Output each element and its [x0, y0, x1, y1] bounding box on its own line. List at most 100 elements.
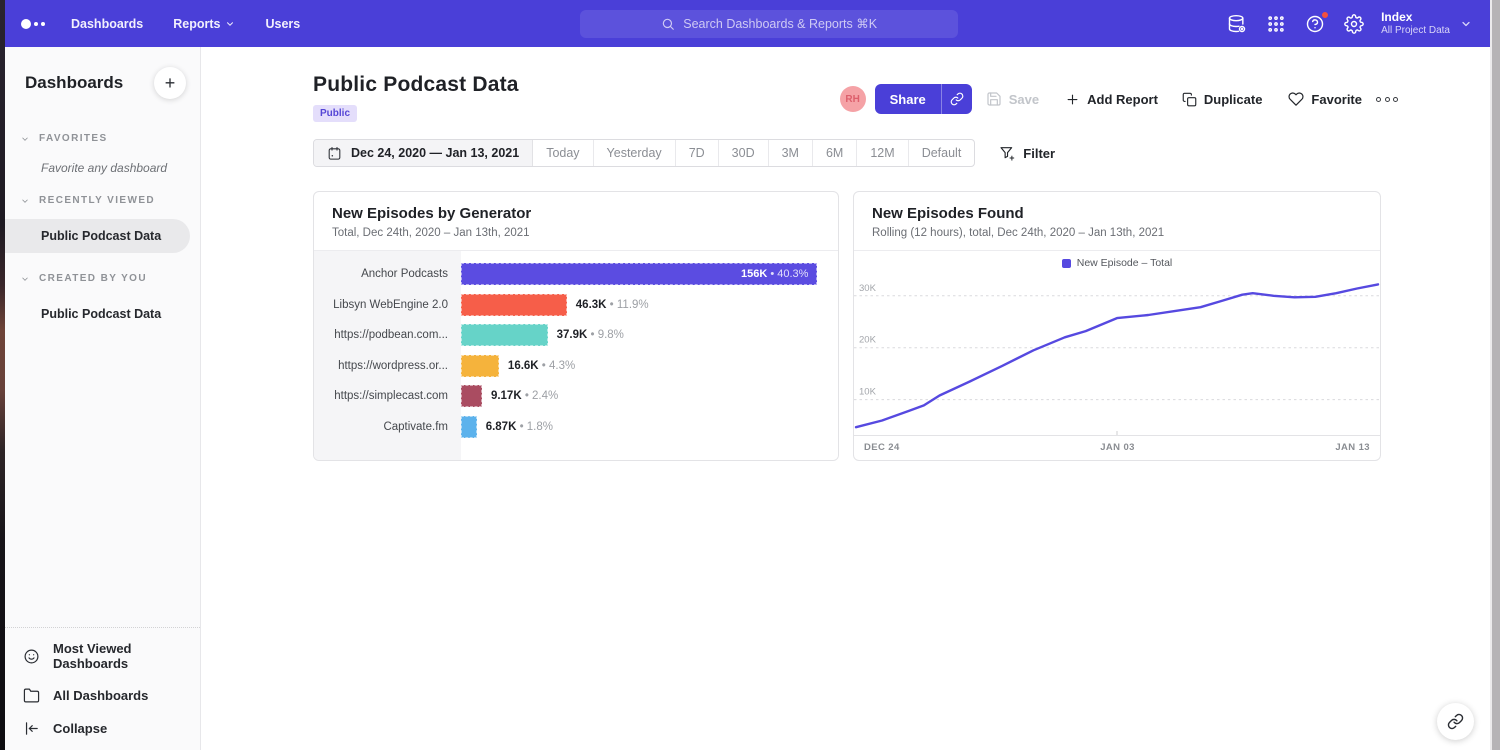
new-dashboard-button[interactable]: + [154, 67, 186, 99]
main-content: Public Podcast Data Public RH Share Save [201, 47, 1490, 750]
bar-value-label: 37.9K • 9.8% [557, 329, 624, 341]
search-input[interactable]: Search Dashboards & Reports ⌘K [580, 10, 958, 38]
card-subtitle: Rolling (12 hours), total, Dec 24th, 202… [872, 227, 1362, 239]
preset-30d[interactable]: 30D [719, 140, 769, 166]
favorite-button[interactable]: Favorite [1288, 91, 1362, 107]
bar-segment[interactable]: 156K • 40.3% [461, 263, 817, 285]
page-title: Public Podcast Data [313, 73, 519, 97]
preset-default[interactable]: Default [909, 140, 975, 166]
favorites-hint: Favorite any dashboard [5, 152, 200, 187]
save-button[interactable]: Save [986, 91, 1039, 107]
preset-3m[interactable]: 3M [769, 140, 813, 166]
preset-today[interactable]: Today [533, 140, 593, 166]
nav-users[interactable]: Users [265, 17, 300, 31]
x-axis: DEC 24 JAN 03 JAN 13 [854, 435, 1380, 453]
card-title: New Episodes Found [872, 205, 1362, 222]
y-axis-label: 10K [859, 387, 877, 398]
bar-value-label: 6.87K • 1.8% [486, 421, 553, 433]
share-link-button[interactable] [941, 84, 972, 114]
chevron-down-icon [20, 274, 30, 284]
chevron-down-icon [1460, 18, 1472, 30]
plus-icon [1065, 92, 1080, 107]
most-viewed-dashboards-button[interactable]: Most Viewed Dashboards [5, 633, 200, 679]
bar-segment[interactable] [461, 324, 548, 346]
avatar[interactable]: RH [840, 86, 866, 112]
filter-button[interactable]: + Filter [999, 145, 1055, 161]
y-axis-label: 30K [859, 283, 877, 294]
overflow-menu-button[interactable] [1376, 97, 1398, 102]
legend-swatch [1062, 259, 1071, 268]
app-window: Dashboards Reports Users Search Dashboar… [5, 0, 1490, 750]
bar-segment[interactable] [461, 416, 477, 438]
bar-segment[interactable] [461, 355, 499, 377]
topbar: Dashboards Reports Users Search Dashboar… [5, 0, 1490, 47]
sidebar-item-public-podcast-data-2[interactable]: Public Podcast Data [5, 297, 200, 331]
nav-dashboards[interactable]: Dashboards [71, 17, 143, 31]
preset-6m[interactable]: 6M [813, 140, 857, 166]
bar-row: https://podbean.com...37.9K • 9.8% [314, 320, 838, 351]
line-chart-svg[interactable]: 10K 20K 30K [854, 275, 1380, 435]
section-created-by-you[interactable]: CREATED BY YOU [5, 265, 200, 292]
sidebar-item-public-podcast-data[interactable]: Public Podcast Data [5, 219, 190, 253]
report-card-new-episodes-by-generator: New Episodes by Generator Total, Dec 24t… [313, 191, 839, 461]
bar-value-label: 46.3K • 11.9% [576, 299, 649, 311]
date-range-button[interactable]: Dec 24, 2020 — Jan 13, 2021 [314, 140, 533, 166]
search-placeholder: Search Dashboards & Reports ⌘K [683, 16, 877, 31]
page-scrollbar[interactable] [1490, 0, 1500, 750]
x-tick: DEC 24 [864, 442, 900, 453]
public-badge: Public [313, 105, 357, 122]
section-favorites[interactable]: FAVORITES [5, 125, 200, 152]
date-range-bar: Dec 24, 2020 — Jan 13, 2021 TodayYesterd… [313, 139, 975, 167]
duplicate-button[interactable]: Duplicate [1182, 92, 1263, 107]
collapse-sidebar-button[interactable]: Collapse [5, 712, 200, 745]
card-title: New Episodes by Generator [332, 205, 820, 222]
x-tick: JAN 13 [1335, 442, 1370, 453]
calendar-icon [327, 146, 342, 161]
desktop-background-sliver [0, 0, 5, 750]
section-recently-viewed[interactable]: RECENTLY VIEWED [5, 187, 200, 214]
preset-7d[interactable]: 7D [676, 140, 719, 166]
bar-value-label: 9.17K • 2.4% [491, 390, 558, 402]
folder-icon [23, 687, 40, 704]
preset-yesterday[interactable]: Yesterday [594, 140, 676, 166]
chevron-down-icon [20, 134, 30, 144]
bar-category-label: Captivate.fm [314, 421, 461, 433]
share-button[interactable]: Share [875, 84, 972, 114]
bar-row: Libsyn WebEngine 2.046.3K • 11.9% [314, 290, 838, 321]
chart-legend[interactable]: New Episode – Total [854, 251, 1380, 275]
nav-reports[interactable]: Reports [173, 17, 235, 31]
help-icon[interactable] [1304, 13, 1326, 35]
project-name: Index [1381, 10, 1450, 25]
chevron-down-icon [225, 19, 235, 29]
add-report-button[interactable]: Add Report [1065, 92, 1158, 107]
apps-grid-icon[interactable] [1265, 13, 1287, 35]
notification-badge [1321, 11, 1329, 19]
report-card-new-episodes-found: New Episodes Found Rolling (12 hours), t… [853, 191, 1381, 461]
floating-link-button[interactable] [1437, 703, 1474, 740]
y-axis-label: 20K [859, 335, 877, 346]
bar-segment[interactable] [461, 385, 482, 407]
app-logo-icon[interactable] [21, 19, 45, 29]
bar-row: Captivate.fm 6.87K • 1.8% [314, 412, 838, 443]
project-scope: All Project Data [1381, 25, 1450, 38]
bar-value-label: 16.6K • 4.3% [508, 360, 575, 372]
save-icon [986, 91, 1002, 107]
chevron-down-icon [20, 196, 30, 206]
copy-icon [1182, 92, 1197, 107]
link-icon [1447, 713, 1464, 730]
sidebar: Dashboards + FAVORITES Favorite any dash… [5, 47, 201, 750]
bar-segment[interactable] [461, 294, 567, 316]
line-series [856, 284, 1378, 427]
bar-chart-body: Anchor Podcasts156K • 40.3%Libsyn WebEng… [314, 251, 838, 460]
settings-icon[interactable] [1343, 13, 1365, 35]
all-dashboards-button[interactable]: All Dashboards [5, 679, 200, 712]
bar-category-label: https://simplecast.com [314, 390, 461, 402]
date-presets: TodayYesterday7D30D3M6M12MDefault [533, 140, 974, 166]
x-tick: JAN 03 [1100, 442, 1135, 453]
project-switcher[interactable]: Index All Project Data [1381, 10, 1472, 38]
preset-12m[interactable]: 12M [857, 140, 908, 166]
data-settings-icon[interactable] [1226, 13, 1248, 35]
collapse-icon [23, 720, 40, 737]
line-chart-plot[interactable]: 10K 20K 30K [854, 275, 1380, 435]
smiley-icon [23, 648, 40, 665]
